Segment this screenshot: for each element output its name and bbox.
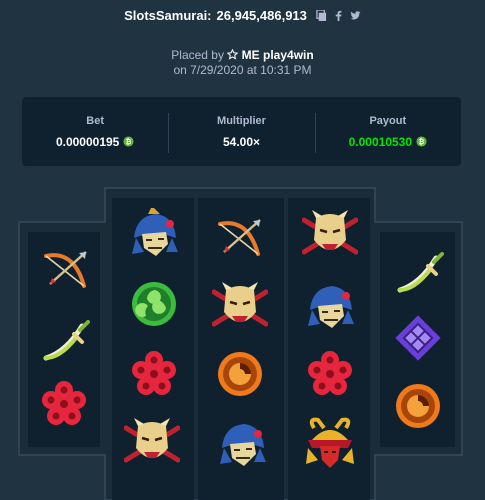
oni-mask-icon [212, 282, 268, 327]
oni-mask-icon [302, 210, 358, 255]
slot-board [0, 0, 485, 500]
oni-mask-icon [124, 418, 180, 463]
purple-diamond-icon [395, 315, 441, 361]
kabuto-armor-icon [306, 417, 354, 468]
samurai-helmet-icon [132, 208, 178, 256]
green-tomoe-icon [132, 282, 176, 326]
plum-blossom-icon [132, 351, 176, 395]
bow-arrow-icon [44, 251, 87, 288]
plum-blossom-icon [308, 351, 352, 395]
bow-arrow-icon [218, 219, 261, 256]
orange-tomoe-icon [218, 352, 262, 396]
plum-blossom-icon [42, 381, 86, 425]
samurai-helmet-icon [220, 424, 266, 466]
crossed-swords-icon [397, 252, 444, 293]
orange-tomoe-icon [396, 384, 440, 428]
crossed-swords-icon [43, 320, 90, 361]
samurai-helmet-icon [308, 286, 354, 328]
